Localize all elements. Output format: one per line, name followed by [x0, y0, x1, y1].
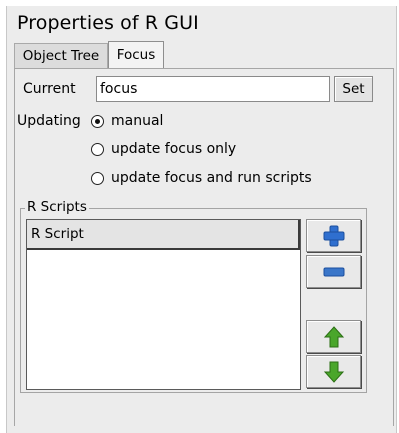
move-up-button[interactable]	[306, 320, 361, 353]
current-focus-input[interactable]	[96, 76, 330, 102]
radio-manual[interactable]: manual	[91, 113, 163, 129]
radio-update-focus-only[interactable]: update focus only	[91, 141, 236, 157]
current-label: Current	[23, 81, 76, 97]
set-button[interactable]: Set	[334, 76, 373, 102]
arrow-up-icon	[323, 325, 344, 347]
minus-icon	[323, 267, 344, 276]
r-scripts-group-label: R Scripts	[25, 199, 89, 215]
r-scripts-group: R Scripts R Script	[20, 199, 367, 393]
add-script-button[interactable]	[306, 219, 361, 252]
arrow-down-icon	[323, 361, 344, 383]
remove-script-button[interactable]	[306, 255, 361, 288]
plus-icon	[323, 225, 344, 246]
radio-update-focus-only-label: update focus only	[111, 141, 237, 157]
radio-button-checked[interactable]	[91, 114, 104, 128]
r-script-column-header[interactable]: R Script	[27, 220, 300, 250]
properties-window: Properties of R GUI Object Tree Focus Cu…	[6, 6, 397, 433]
r-scripts-list[interactable]: R Script	[26, 219, 301, 390]
radio-update-focus-and-run-scripts-label: update focus and run scripts	[111, 170, 312, 186]
radio-button[interactable]	[91, 171, 104, 185]
radio-button[interactable]	[91, 142, 104, 156]
radio-manual-label: manual	[111, 113, 164, 129]
tab-object-tree[interactable]: Object Tree	[14, 43, 108, 68]
tab-focus[interactable]: Focus	[108, 41, 164, 69]
move-down-button[interactable]	[306, 355, 361, 388]
updating-label: Updating	[17, 113, 81, 129]
window-title: Properties of R GUI	[17, 12, 199, 34]
radio-update-focus-and-run-scripts[interactable]: update focus and run scripts	[91, 170, 312, 186]
focus-panel: Current Set Updating manual update focus…	[14, 68, 394, 426]
